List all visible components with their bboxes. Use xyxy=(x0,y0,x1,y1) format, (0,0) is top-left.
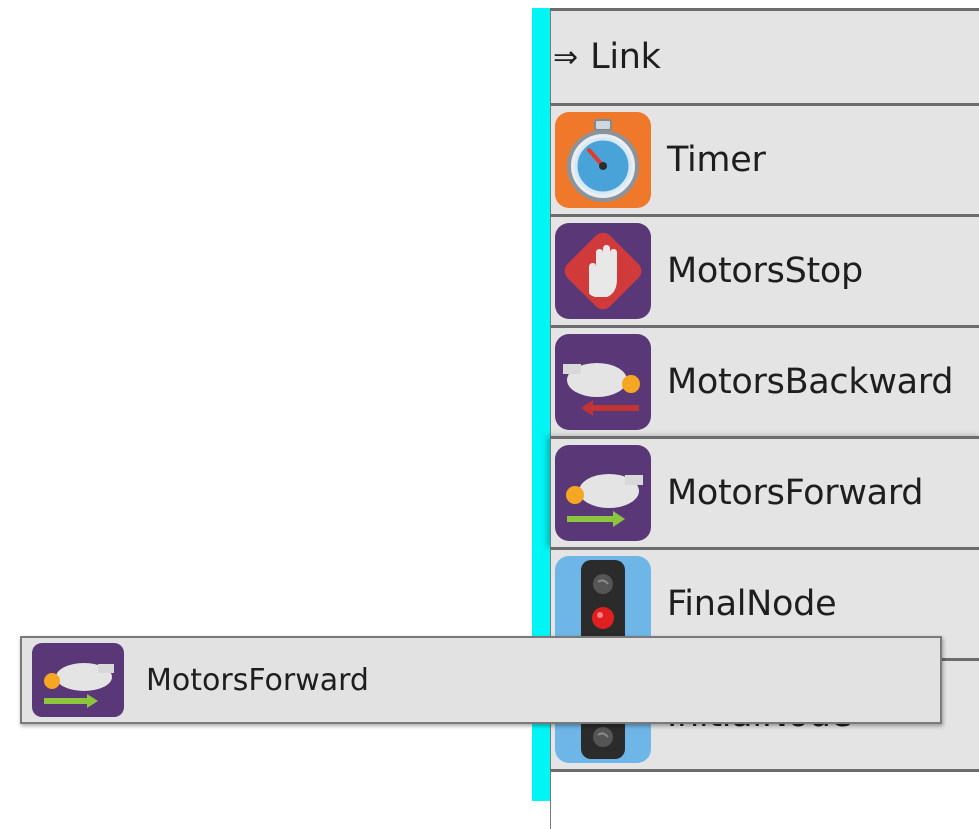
palette-item-link[interactable]: ⇒ Link xyxy=(550,8,979,103)
palette-item-partial[interactable] xyxy=(550,769,979,829)
drag-preview: MotorsForward xyxy=(20,636,942,724)
drag-preview-label: MotorsForward xyxy=(146,662,369,698)
stop-hand-icon xyxy=(555,223,651,319)
palette-item-label: MotorsStop xyxy=(667,251,863,291)
arrow-right-icon: ⇒ xyxy=(553,39,579,75)
motors-forward-icon xyxy=(555,445,651,541)
palette-item-motors-forward[interactable]: MotorsForward xyxy=(550,436,979,547)
palette-item-label: MotorsForward xyxy=(667,473,924,513)
palette-item-timer[interactable]: Timer xyxy=(550,103,979,214)
palette-item-label: MotorsBackward xyxy=(667,362,954,402)
stopwatch-icon xyxy=(555,112,651,208)
palette-item-label: FinalNode xyxy=(667,584,837,624)
motors-backward-icon xyxy=(555,334,651,430)
palette-item-label: Timer xyxy=(667,140,766,180)
palette-item-label: Link xyxy=(590,37,661,77)
motors-forward-icon xyxy=(32,643,124,717)
palette-item-motors-stop[interactable]: MotorsStop xyxy=(550,214,979,325)
palette-item-motors-backward[interactable]: MotorsBackward xyxy=(550,325,979,436)
